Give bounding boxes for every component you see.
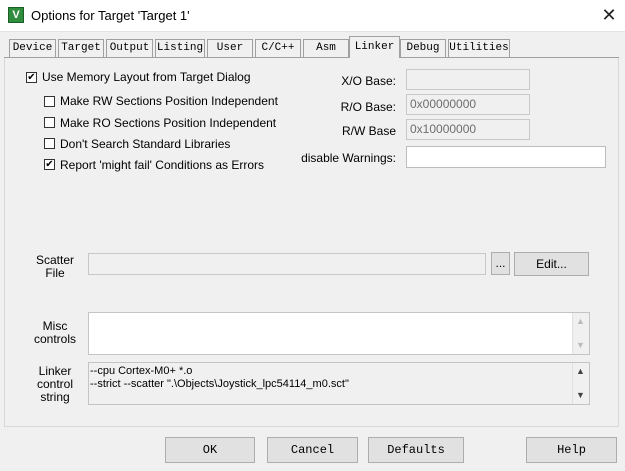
close-icon[interactable]: ✕	[598, 4, 620, 26]
tab-debug[interactable]: Debug	[400, 39, 446, 57]
ro-position-independent-checkbox[interactable]	[44, 117, 55, 128]
rw-position-independent-checkbox[interactable]	[44, 96, 55, 107]
misc-controls-label: Misc controls	[30, 320, 80, 346]
scatter-file-input[interactable]	[88, 253, 486, 275]
dont-search-std-libs-checkbox[interactable]	[44, 138, 55, 149]
report-might-fail-checkbox[interactable]: ✔	[44, 159, 55, 170]
tab-utilities[interactable]: Utilities	[448, 39, 510, 57]
linker-control-line1: --cpu Cortex-M0+ *.o	[90, 365, 193, 377]
defaults-button[interactable]: Defaults	[368, 437, 464, 463]
window-title: Options for Target 'Target 1'	[31, 8, 190, 23]
rw-base-label: R/W Base	[341, 124, 396, 138]
misc-label-line2: controls	[33, 332, 77, 346]
misc-scroll-down-icon[interactable]: ▼	[573, 340, 588, 350]
dont-search-std-libs-label: Don't Search Standard Libraries	[60, 137, 231, 151]
cancel-button[interactable]: Cancel	[267, 437, 358, 463]
scatter-browse-button[interactable]: ...	[491, 252, 510, 275]
scatter-edit-button[interactable]: Edit...	[514, 252, 589, 276]
rw-base-input[interactable]: 0x10000000	[406, 119, 530, 140]
xo-base-input[interactable]	[406, 69, 530, 90]
disable-warnings-input[interactable]	[406, 146, 606, 168]
ro-base-label: R/O Base:	[340, 100, 396, 114]
xo-base-label: X/O Base:	[341, 74, 396, 88]
tab-c-cpp[interactable]: C/C++	[255, 39, 301, 57]
tab-device[interactable]: Device	[9, 39, 56, 57]
scatter-label-line2: File	[45, 266, 65, 280]
scatter-file-label: Scatter File	[30, 254, 80, 280]
ok-button[interactable]: OK	[165, 437, 255, 463]
tab-user[interactable]: User	[207, 39, 253, 57]
use-memory-layout-label: Use Memory Layout from Target Dialog	[42, 70, 251, 84]
linker-scroll-up-icon[interactable]: ▲	[573, 366, 588, 376]
ro-position-independent-label: Make RO Sections Position Independent	[60, 116, 277, 130]
linker-scroll-down-icon[interactable]: ▼	[573, 390, 588, 400]
linker-control-line2: --strict --scatter ".\Objects\Joystick_l…	[90, 378, 349, 390]
use-memory-layout-checkbox[interactable]: ✔	[26, 72, 37, 83]
tab-listing[interactable]: Listing	[155, 39, 205, 57]
misc-controls-textarea[interactable]	[88, 312, 590, 355]
disable-warnings-label: disable Warnings:	[301, 151, 396, 165]
ro-base-input[interactable]: 0x00000000	[406, 94, 530, 115]
tab-baseline	[4, 57, 619, 58]
misc-scroll-up-icon[interactable]: ▲	[573, 316, 588, 326]
tab-asm[interactable]: Asm	[303, 39, 349, 57]
rw-position-independent-label: Make RW Sections Position Independent	[60, 94, 278, 108]
tab-output[interactable]: Output	[106, 39, 153, 57]
uvision-icon: V	[8, 7, 24, 23]
linker-label-line3: string	[40, 390, 70, 404]
help-button[interactable]: Help	[526, 437, 617, 463]
linker-control-string-label: Linker control string	[30, 365, 80, 404]
tab-target[interactable]: Target	[58, 39, 104, 57]
tab-linker[interactable]: Linker	[349, 36, 400, 58]
report-might-fail-label: Report 'might fail' Conditions as Errors	[60, 158, 264, 172]
